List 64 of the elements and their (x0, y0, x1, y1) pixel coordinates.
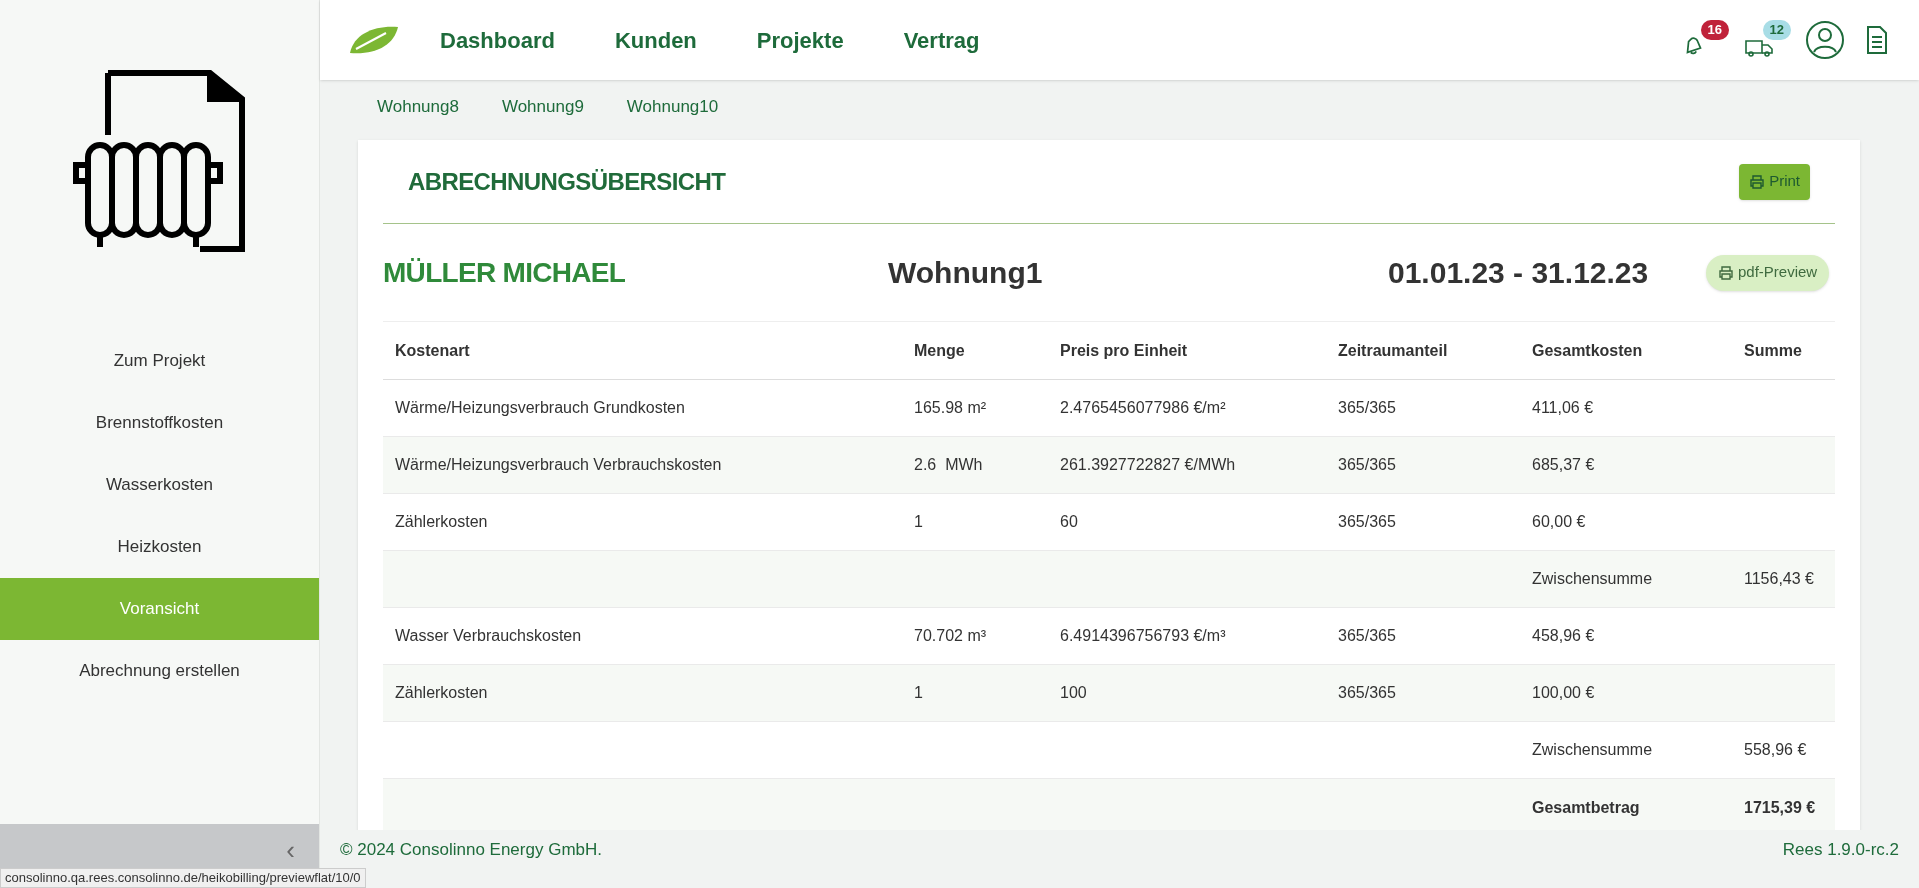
column-header: Kostenart (394, 340, 471, 361)
column-header: Menge (914, 340, 966, 361)
table-cell-text: 60 (1060, 512, 1079, 532)
table-cell-text: Wärme/Heizungsverbrauch Grundkosten (394, 398, 686, 418)
column-header: Zeitraumanteil (1338, 340, 1449, 361)
card-title: ABRECHNUNGSÜBERSICHT (408, 166, 726, 197)
table-cell-text: 1 (914, 683, 924, 703)
table-cell-text: 2.4765456077986 €/m² (1060, 398, 1227, 418)
table-cell-text: Zählerkosten (394, 683, 489, 703)
apartment-name: Wohnung1 (888, 255, 1044, 291)
table-cell-text: 165.98 m² (914, 398, 988, 418)
printer-icon (1749, 173, 1766, 190)
table-cell-text: 2.6 MWh (914, 455, 984, 475)
table-cell-text: Wärme/Heizungsverbrauch Verbrauchskosten (394, 455, 723, 475)
nav-link[interactable]: Kunden (614, 23, 697, 57)
table-cell-text: Wasser Verbrauchskosten (394, 626, 583, 646)
customer-name: MÜLLER MICHAEL (383, 255, 627, 290)
column-header: Preis pro Einheit (1060, 340, 1189, 361)
summary-label: Gesamtbetrag (1532, 797, 1641, 818)
version-text: Rees 1.9.0-rc.2 (1782, 839, 1899, 862)
table-cell-text: 261.3927722827 €/MWh (1060, 455, 1237, 475)
summary-value: 1156,43 € (1744, 569, 1815, 589)
sidebar-item[interactable]: Heizkosten (0, 516, 319, 578)
count-badge: 12 (1762, 20, 1791, 40)
table-cell-text: 365/365 (1338, 455, 1397, 475)
table-cell-text: 365/365 (1338, 683, 1397, 703)
billing-period: 01.01.23 - 31.12.23 (1388, 255, 1650, 291)
nav-link[interactable]: Projekte (756, 23, 844, 57)
sidebar-item[interactable]: Brennstoffkosten (0, 392, 319, 454)
count-badge: 16 (1700, 20, 1729, 40)
table-cell-text: 6.4914396756793 €/m³ (1060, 626, 1227, 646)
table-cell-text: 70.702 m³ (914, 626, 988, 646)
apartment-tab[interactable]: Wohnung9 (501, 94, 584, 120)
sidebar-item[interactable]: Abrechnung erstellen (0, 640, 319, 702)
user-icon[interactable] (1805, 20, 1845, 60)
table-cell-text: Zählerkosten (394, 512, 489, 532)
print-button[interactable]: Print (1739, 163, 1810, 200)
summary-label: Zwischensumme (1532, 569, 1654, 589)
table-cell-text: 100,00 € (1532, 683, 1596, 703)
sidebar-item[interactable]: Wasserkosten (0, 454, 319, 516)
column-header: Gesamtkosten (1532, 340, 1644, 361)
table-cell-text: 685,37 € (1532, 455, 1596, 475)
column-header: Summe (1744, 340, 1803, 361)
printer-icon (1718, 264, 1734, 281)
table-cell-text: 60,00 € (1532, 512, 1587, 532)
copyright-text: © 2024 Consolinno Energy GmbH. (340, 839, 602, 862)
table-cell-text: 1 (914, 512, 924, 532)
summary-value: 558,96 € (1744, 740, 1808, 760)
apartment-tab[interactable]: Wohnung8 (377, 94, 459, 120)
table-cell-text: 100 (1060, 683, 1088, 703)
nav-link[interactable]: Dashboard (440, 23, 555, 57)
pdf-preview-button[interactable]: pdf-Preview (1706, 254, 1830, 291)
nav-link[interactable]: Vertrag (903, 23, 980, 57)
sidebar-collapse-bar[interactable]: ‹ (0, 824, 319, 870)
summary-value: 1715,39 € (1744, 797, 1817, 818)
table-cell-text: 365/365 (1338, 398, 1397, 418)
table-cell-text: 365/365 (1338, 512, 1397, 532)
apartment-tab[interactable]: Wohnung10 (626, 94, 719, 120)
table-cell-text: 458,96 € (1532, 626, 1596, 646)
table-cell-text: 411,06 € (1532, 398, 1595, 418)
table-cell-text: 365/365 (1338, 626, 1397, 646)
summary-label: Zwischensumme (1532, 740, 1654, 760)
sidebar-item[interactable]: Zum Projekt (0, 330, 319, 392)
status-url: consolinno.qa.rees.consolinno.de/heikobilling/previewflat/10/0 (0, 868, 366, 888)
